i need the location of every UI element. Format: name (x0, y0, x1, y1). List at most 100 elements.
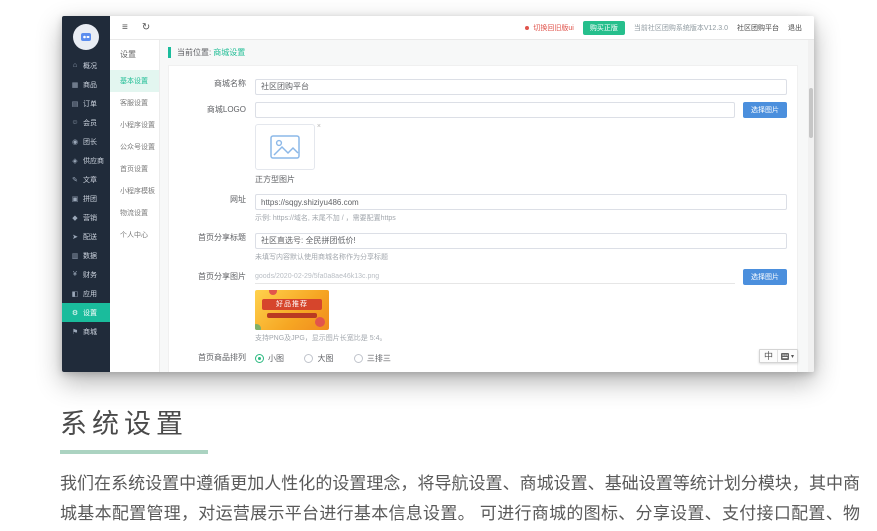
sidebar-item-goods[interactable]: ▦商品 (62, 75, 110, 94)
app-logo[interactable] (73, 24, 99, 50)
sidebar-item-label: 会员 (83, 118, 97, 128)
sidebar-item-orders[interactable]: ▤订单 (62, 94, 110, 113)
ime-language-label: 中 (760, 350, 778, 362)
form-row-site-url: 网址 示例: https://域名, 末尾不加 / ，需要配置https (169, 192, 787, 224)
radio-layout-large[interactable]: 大图 (304, 350, 333, 366)
home-icon: ⌂ (70, 62, 80, 69)
chevron-down-icon: ▾ (791, 353, 794, 360)
sidebar-item-label: 财务 (83, 270, 97, 280)
form-row-share-title: 首页分享标题 未填写内容默认使用商城名称作为分享标题 (169, 230, 787, 262)
subnav-item-service[interactable]: 客服设置 (110, 92, 159, 114)
orders-icon: ▤ (70, 100, 80, 108)
logout-link[interactable]: 退出 (788, 23, 802, 33)
mall-icon: ⚑ (70, 328, 80, 336)
scrollbar-thumb[interactable] (809, 88, 813, 138)
share-image-thumbnail[interactable]: 好品推荐 (255, 290, 329, 330)
article-icon: ✎ (70, 176, 80, 184)
switch-old-ui-link[interactable]: 切换回旧版ui (533, 23, 573, 33)
radio-layout-small[interactable]: 小图 (255, 350, 284, 366)
marketing-icon: ◆ (70, 214, 80, 222)
scrollbar-track[interactable] (808, 40, 814, 372)
radio-layout-three[interactable]: 三排三 (354, 350, 391, 366)
share-image-help: 支持PNG及JPG，显示图片长宽比是 5:4。 (255, 333, 787, 343)
logo-upload-placeholder[interactable]: × (255, 124, 315, 170)
refresh-icon[interactable]: ↻ (142, 22, 150, 33)
sidebar-item-label: 团长 (83, 137, 97, 147)
sidebar-item-members[interactable]: ☺会员 (62, 113, 110, 132)
form-row-mall-name: 商城名称 (169, 76, 787, 95)
sidebar-item-mall[interactable]: ⚑商城 (62, 322, 110, 341)
mall-logo-label: 商城LOGO (169, 102, 255, 185)
version-text: 当前社区团购系统版本V12.3.0 (634, 23, 728, 33)
sidebar-item-overview[interactable]: ⌂概况 (62, 56, 110, 75)
sidebar-item-leaders[interactable]: ◉团长 (62, 132, 110, 151)
platform-name: 社区团购平台 (737, 23, 779, 33)
subnav-item-homepage[interactable]: 首页设置 (110, 158, 159, 180)
sidebar-item-suppliers[interactable]: ◈供应商 (62, 151, 110, 170)
sidebar-item-finance[interactable]: ¥财务 (62, 265, 110, 284)
description-section: 系统设置 我们在系统设置中遵循更加人性化的设置理念，将导航设置、商城设置、基础设… (60, 402, 860, 531)
main-content: 当前位置: 商城设置 商城名称 商城LOGO 选择图片 (160, 40, 814, 372)
subnav-title: 设置 (110, 40, 159, 70)
member-icon: ☺ (70, 119, 80, 126)
subnav-item-logistics[interactable]: 物流设置 (110, 202, 159, 224)
sidebar-item-label: 应用 (83, 289, 97, 299)
logo-icon (79, 30, 93, 44)
share-image-path[interactable]: goods/2020-02-29/5fa0a8ae46k13c.png (255, 270, 735, 284)
sidebar-item-label: 拼团 (83, 194, 97, 204)
keyboard-icon[interactable]: ▾ (778, 353, 797, 360)
subnav-item-official-account[interactable]: 公众号设置 (110, 136, 159, 158)
gear-icon: ⚙ (70, 309, 80, 317)
radio-icon (304, 354, 313, 363)
site-url-input[interactable] (255, 194, 787, 210)
subnav-item-template[interactable]: 小程序模板 (110, 180, 159, 202)
sidebar-item-label: 商城 (83, 327, 97, 337)
radio-label: 三排三 (367, 353, 391, 364)
sidebar-item-label: 商品 (83, 80, 97, 90)
sidebar-item-delivery[interactable]: ➤配送 (62, 227, 110, 246)
remove-logo-icon[interactable]: × (317, 123, 321, 130)
mall-logo-input[interactable] (255, 102, 735, 118)
sidebar-item-label: 营销 (83, 213, 97, 223)
groupbuy-icon: ▣ (70, 195, 80, 203)
sidebar-item-settings[interactable]: ⚙设置 (62, 303, 110, 322)
product-layout-label: 首页商品排列 (169, 350, 255, 368)
mall-name-input[interactable] (255, 79, 787, 95)
buy-license-badge[interactable]: 购买正版 (583, 21, 625, 35)
subnav-item-miniprogram[interactable]: 小程序设置 (110, 114, 159, 136)
hamburger-icon[interactable]: ≡ (122, 22, 128, 33)
notice-dot-icon (525, 26, 529, 30)
breadcrumb-accent-bar (168, 47, 171, 58)
share-image-label: 首页分享图片 (169, 269, 255, 343)
breadcrumb-current[interactable]: 商城设置 (213, 47, 245, 58)
description-paragraph: 我们在系统设置中遵循更加人性化的设置理念，将导航设置、商城设置、基础设置等统计划… (60, 469, 860, 531)
breadcrumb-prefix: 当前位置: (177, 47, 211, 58)
ime-indicator[interactable]: 中 ▾ (759, 349, 798, 363)
choose-share-image-button[interactable]: 选择图片 (743, 269, 787, 285)
supplier-icon: ◈ (70, 157, 80, 165)
radio-label: 小图 (268, 353, 284, 364)
delivery-icon: ➤ (70, 233, 80, 241)
sidebar-item-data[interactable]: ▥数据 (62, 246, 110, 265)
radio-label: 大图 (317, 353, 333, 364)
settings-subnav: 设置 基本设置 客服设置 小程序设置 公众号设置 首页设置 小程序模板 物流设置… (110, 40, 160, 372)
form-row-share-image: 首页分享图片 goods/2020-02-29/5fa0a8ae46k13c.p… (169, 269, 787, 343)
promo-decoration (255, 324, 261, 330)
topbar-right: 切换回旧版ui 购买正版 当前社区团购系统版本V12.3.0 社区团购平台 退出 (525, 21, 802, 35)
share-title-input[interactable] (255, 233, 787, 249)
promo-decoration (269, 290, 277, 295)
sidebar-item-articles[interactable]: ✎文章 (62, 170, 110, 189)
finance-icon: ¥ (70, 271, 80, 278)
settings-form-card: 商城名称 商城LOGO 选择图片 × (168, 65, 798, 372)
sidebar-item-label: 数据 (83, 251, 97, 261)
subnav-item-basic[interactable]: 基本设置 (110, 70, 159, 92)
promo-ribbon-text: 好品推荐 (262, 299, 322, 310)
sidebar-item-apps[interactable]: ◧应用 (62, 284, 110, 303)
admin-app-window: ⌂概况 ▦商品 ▤订单 ☺会员 ◉团长 ◈供应商 ✎文章 ▣拼团 ◆营销 ➤配送… (62, 16, 814, 372)
breadcrumb: 当前位置: 商城设置 (168, 47, 798, 58)
sidebar-item-label: 文章 (83, 175, 97, 185)
subnav-item-profile[interactable]: 个人中心 (110, 224, 159, 246)
choose-logo-image-button[interactable]: 选择图片 (743, 102, 787, 118)
sidebar-item-marketing[interactable]: ◆营销 (62, 208, 110, 227)
sidebar-item-groupbuy[interactable]: ▣拼团 (62, 189, 110, 208)
